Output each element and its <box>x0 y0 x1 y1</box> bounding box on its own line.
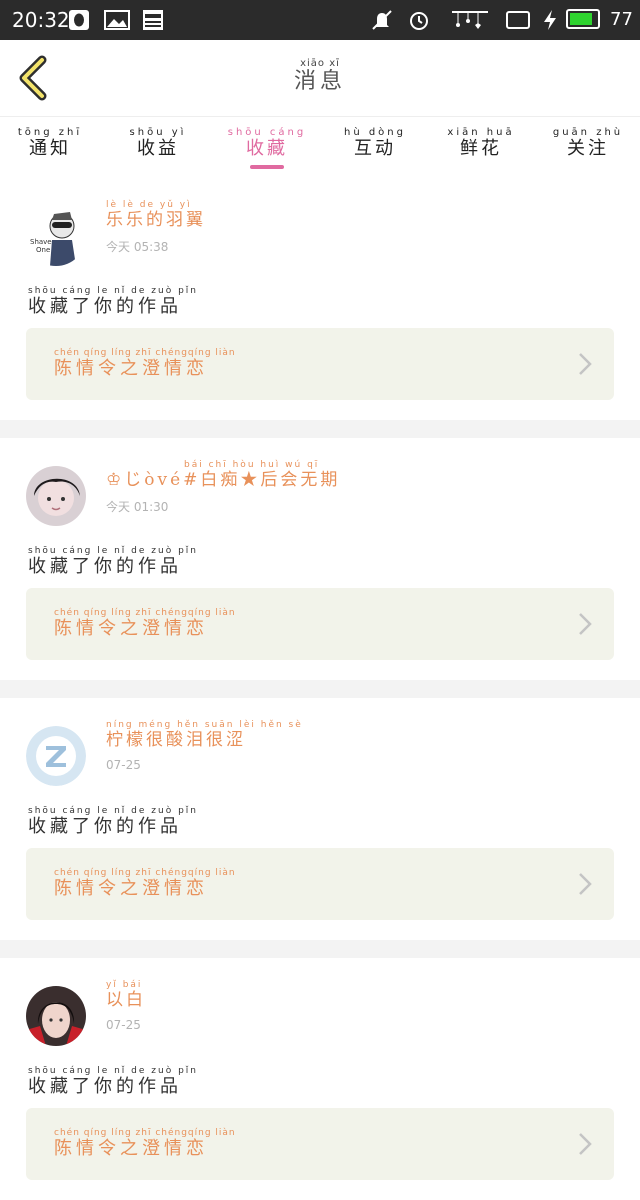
work-title-pinyin: chén qíng líng zhī chéngqíng liàn <box>54 868 236 878</box>
list-item: níng méng hěn suān lèi hěn sè 柠檬很酸泪很涩 07… <box>0 698 640 940</box>
svg-text:Shave: Shave <box>30 238 52 246</box>
action-text: shōu cáng le nǐ de zuò pǐn 收藏了你的作品 <box>28 546 198 578</box>
list-item: yǐ bái 以白 07-25 shōu cáng le nǐ de zuò p… <box>0 958 640 1200</box>
tab-label: 收益 <box>137 138 179 159</box>
chevron-right-icon <box>579 353 592 375</box>
tab-indicator <box>250 165 284 169</box>
work-title-pinyin: chén qíng líng zhī chéngqíng liàn <box>54 348 236 358</box>
tab-earnings[interactable]: shōu yì 收益 <box>118 127 198 160</box>
tab-bar: tōng zhī 通知 shōu yì 收益 shōu cáng 收藏 hù d… <box>0 116 640 171</box>
tab-pinyin: tōng zhī <box>17 127 83 138</box>
gallery-icon <box>104 10 130 30</box>
timestamp: 07-25 <box>106 1018 141 1032</box>
default-avatar-icon[interactable] <box>26 726 86 786</box>
tab-label: 通知 <box>29 138 71 159</box>
tab-pinyin: xiān huā <box>447 127 515 138</box>
tab-pinyin: shōu cáng <box>227 127 307 138</box>
timestamp: 07-25 <box>106 758 141 772</box>
work-link[interactable]: chén qíng líng zhī chéngqíng liàn 陈情令之澄情… <box>26 1108 614 1180</box>
qq-icon <box>69 10 89 30</box>
decoration-icon <box>452 11 488 29</box>
status-bar: 20:32 77 <box>0 0 640 40</box>
status-time: 20:32 <box>12 8 70 32</box>
action-label: 收藏了你的作品 <box>28 816 182 837</box>
avatar[interactable]: Shave One <box>26 206 86 266</box>
news-icon <box>143 10 163 30</box>
user-name-pinyin: yǐ bái <box>106 980 143 990</box>
battery-percent: 77 <box>610 9 633 30</box>
action-text: shōu cáng le nǐ de zuò pǐn 收藏了你的作品 <box>28 806 198 838</box>
action-label: 收藏了你的作品 <box>28 556 182 577</box>
work-title: 陈情令之澄情恋 <box>54 1138 208 1159</box>
list-item: Shave One lè lè de yǔ yì 乐乐的羽翼 今天 05:38 … <box>0 178 640 420</box>
action-pinyin: shōu cáng le nǐ de zuò pǐn <box>28 286 198 296</box>
user-name[interactable]: níng méng hěn suān lèi hěn sè 柠檬很酸泪很涩 <box>106 720 303 751</box>
work-title: 陈情令之澄情恋 <box>54 358 208 379</box>
work-title-pinyin: chén qíng líng zhī chéngqíng liàn <box>54 1128 236 1138</box>
tab-pinyin: guān zhù <box>552 127 624 138</box>
page-title: xiāo xī 消息 <box>270 58 370 95</box>
action-label: 收藏了你的作品 <box>28 296 182 317</box>
action-label: 收藏了你的作品 <box>28 1076 182 1097</box>
tab-notifications[interactable]: tōng zhī 通知 <box>10 127 90 160</box>
tab-label: 收藏 <box>246 138 288 159</box>
user-name-text: 乐乐的羽翼 <box>106 210 206 230</box>
page-title-text: 消息 <box>293 69 346 94</box>
timestamp: 今天 05:38 <box>106 240 169 254</box>
chevron-right-icon <box>579 613 592 635</box>
tab-label: 互动 <box>354 138 396 159</box>
chevron-right-icon <box>579 1133 592 1155</box>
user-name-text: 以白 <box>106 990 146 1010</box>
tab-interactions[interactable]: hù dòng 互动 <box>335 127 415 160</box>
chevron-left-icon[interactable] <box>14 54 54 102</box>
app-header: xiāo xī 消息 <box>0 40 640 116</box>
action-pinyin: shōu cáng le nǐ de zuò pǐn <box>28 806 198 816</box>
divider <box>0 940 640 958</box>
user-name-pinyin: lè lè de yǔ yì <box>106 200 192 210</box>
chevron-right-icon <box>579 873 592 895</box>
tab-label: 鲜花 <box>460 138 502 159</box>
tab-flowers[interactable]: xiān huā 鲜花 <box>441 127 521 160</box>
user-name-text: ♔じòvé#白痴★后会无期 <box>106 470 341 490</box>
avatar[interactable] <box>26 986 86 1046</box>
tab-favorites[interactable]: shōu cáng 收藏 <box>227 127 307 160</box>
avatar[interactable] <box>26 466 86 526</box>
battery-icon <box>566 9 600 29</box>
user-name[interactable]: bái chī hòu huì wú qī ♔じòvé#白痴★后会无期 <box>106 460 340 491</box>
user-name[interactable]: yǐ bái 以白 <box>106 980 146 1011</box>
screen-icon <box>506 11 530 29</box>
tab-pinyin: shōu yì <box>129 127 187 138</box>
work-link[interactable]: chén qíng líng zhī chéngqíng liàn 陈情令之澄情… <box>26 328 614 400</box>
work-title: 陈情令之澄情恋 <box>54 878 208 899</box>
action-pinyin: shōu cáng le nǐ de zuò pǐn <box>28 1066 198 1076</box>
alarm-icon <box>410 12 428 30</box>
work-link[interactable]: chén qíng líng zhī chéngqíng liàn 陈情令之澄情… <box>26 848 614 920</box>
tab-label: 关注 <box>567 138 609 159</box>
tab-following[interactable]: guān zhù 关注 <box>548 127 628 160</box>
user-name[interactable]: lè lè de yǔ yì 乐乐的羽翼 <box>106 200 206 231</box>
divider <box>0 420 640 438</box>
divider <box>0 680 640 698</box>
page-title-pinyin: xiāo xī <box>300 58 340 69</box>
user-name-pinyin: níng méng hěn suān lèi hěn sè <box>106 720 303 730</box>
charging-icon <box>544 10 556 30</box>
work-link[interactable]: chén qíng líng zhī chéngqíng liàn 陈情令之澄情… <box>26 588 614 660</box>
action-text: shōu cáng le nǐ de zuò pǐn 收藏了你的作品 <box>28 1066 198 1098</box>
work-title-pinyin: chén qíng líng zhī chéngqíng liàn <box>54 608 236 618</box>
action-pinyin: shōu cáng le nǐ de zuò pǐn <box>28 546 198 556</box>
action-text: shōu cáng le nǐ de zuò pǐn 收藏了你的作品 <box>28 286 198 318</box>
user-name-pinyin: bái chī hòu huì wú qī <box>184 460 320 470</box>
svg-text:One: One <box>36 246 50 254</box>
mute-icon <box>372 10 392 30</box>
tab-pinyin: hù dòng <box>343 127 406 138</box>
work-title: 陈情令之澄情恋 <box>54 618 208 639</box>
timestamp: 今天 01:30 <box>106 500 169 514</box>
list-item: bái chī hòu huì wú qī ♔じòvé#白痴★后会无期 今天 0… <box>0 438 640 680</box>
user-name-text: 柠檬很酸泪很涩 <box>106 730 246 750</box>
